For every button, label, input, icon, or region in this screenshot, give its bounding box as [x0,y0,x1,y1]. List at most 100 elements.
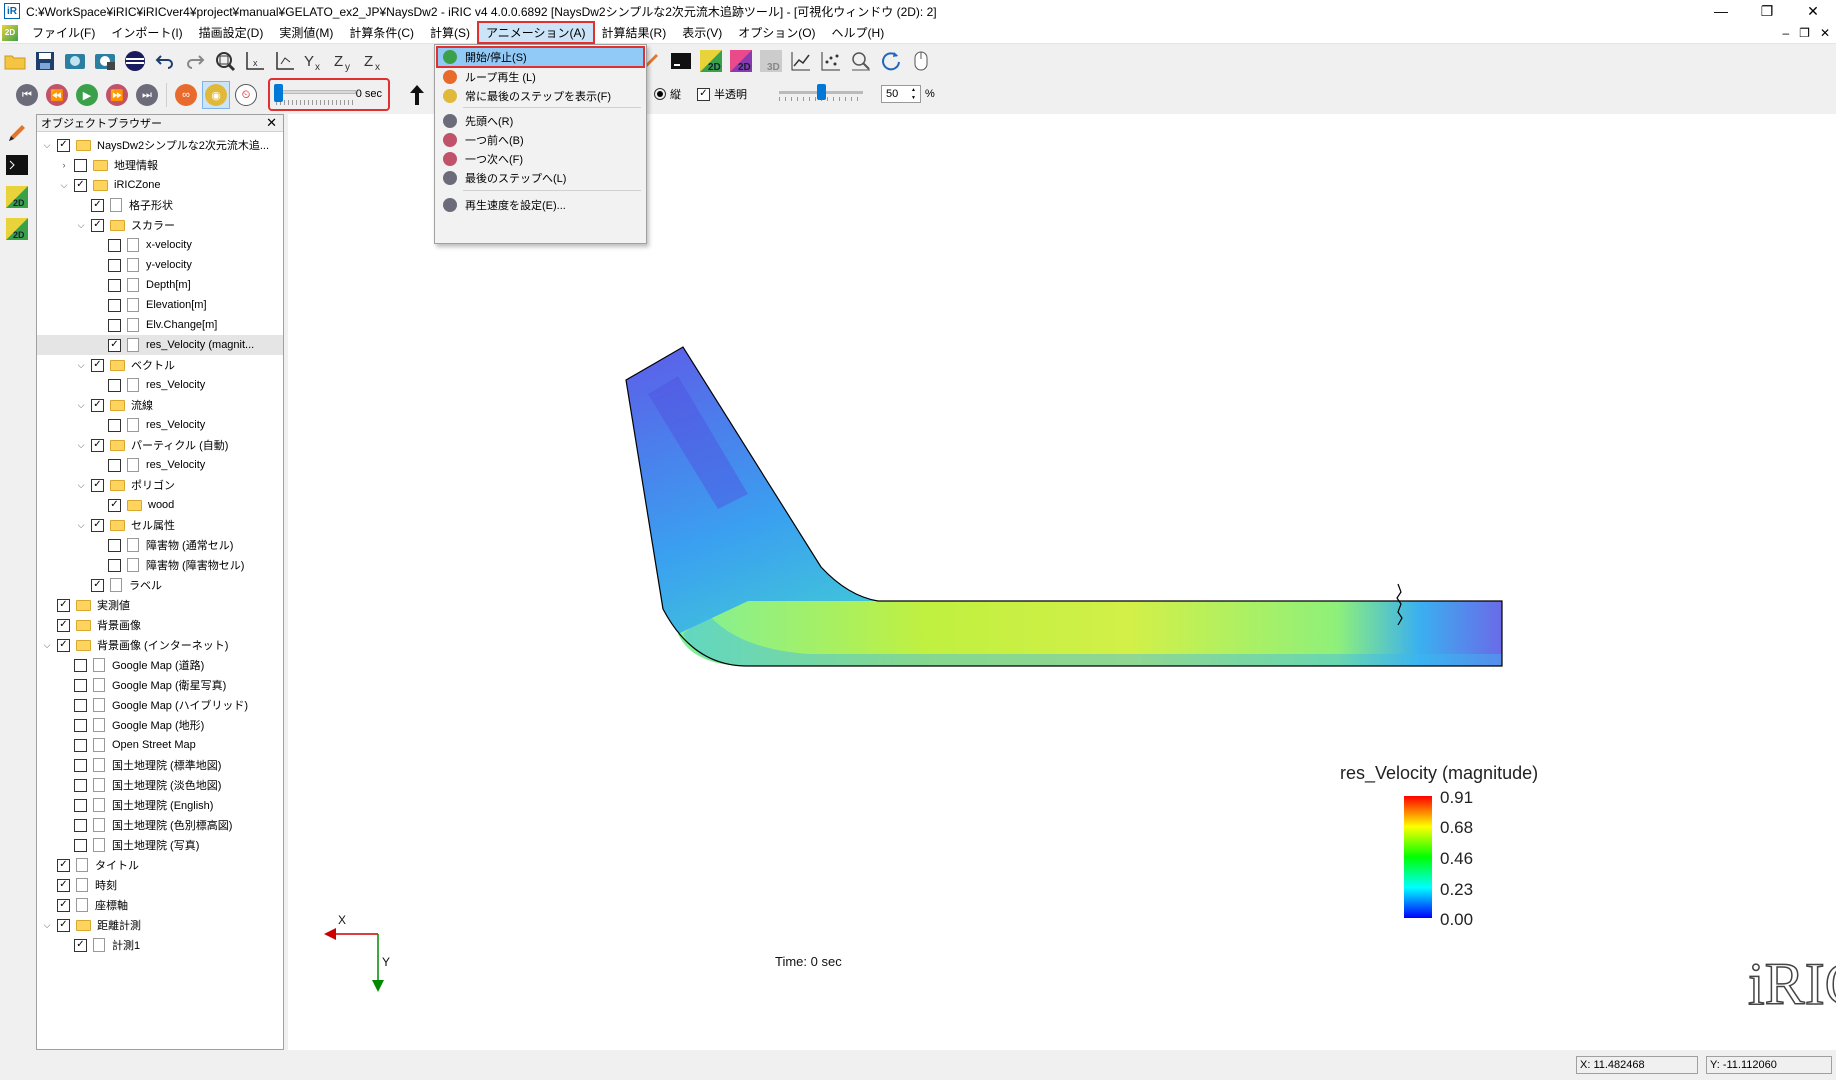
mdi-restore-button[interactable]: ❐ [1799,26,1810,40]
tree-item[interactable]: ⌵ ✓ スカラー [37,215,283,235]
new-2d-bird-icon[interactable]: 2D [727,47,755,75]
tree-item[interactable]: ⌵ ✓ パーティクル (自動) [37,435,283,455]
loop-play-toggle[interactable]: ∞ [172,81,200,109]
new-3d-window-icon[interactable]: 3D [757,47,785,75]
zx-view-icon[interactable]: Zx [361,47,389,75]
tree-item[interactable]: res_Velocity [37,375,283,395]
expand-toggle-icon[interactable]: ⌵ [58,180,70,191]
restore-button[interactable]: ❐ [1744,0,1790,22]
tree-item[interactable]: ✓ 実測値 [37,595,283,615]
animation-menu-item[interactable]: ループ再生 (L) [437,67,644,87]
zy-view-icon[interactable]: Zy [331,47,359,75]
tree-item[interactable]: Google Map (ハイブリッド) [37,695,283,715]
tree-item-checkbox[interactable] [108,418,121,432]
tree-item-checkbox[interactable] [108,318,121,332]
tree-item[interactable]: ⌵ ✓ ポリゴン [37,475,283,495]
tree-item[interactable]: ✓ 背景画像 [37,615,283,635]
tree-item-checkbox[interactable] [74,658,87,672]
menu-calculation-results[interactable]: 計算結果(R) [594,22,675,43]
menu-view[interactable]: 表示(V) [674,22,730,43]
tree-item[interactable]: 国土地理院 (写真) [37,835,283,855]
tree-item[interactable]: ⌵ ✓ 流線 [37,395,283,415]
tree-item-checkbox[interactable]: ✓ [91,398,104,412]
menu-animation[interactable]: アニメーション(A) [477,21,595,44]
scatter-graph-icon[interactable] [817,47,845,75]
tree-item[interactable]: 国土地理院 (標準地図) [37,755,283,775]
tree-item-checkbox[interactable] [108,258,121,272]
close-button[interactable]: ✕ [1790,0,1836,22]
terminal-window-icon[interactable] [4,152,30,178]
tree-item-checkbox[interactable] [74,778,87,792]
tree-item[interactable]: ✓ wood [37,495,283,515]
menu-options[interactable]: オプション(O) [730,22,823,43]
slider-thumb[interactable] [274,84,283,102]
playback-speed-icon[interactable]: ⏲ [232,81,260,109]
tree-item-checkbox[interactable] [108,538,121,552]
expand-toggle-icon[interactable]: ⌵ [75,440,87,451]
first-step-button[interactable]: ⏮ [13,81,41,109]
tree-item-checkbox[interactable] [74,738,87,752]
tree-item[interactable]: 国土地理院 (English) [37,795,283,815]
expand-toggle-icon[interactable]: ⌵ [75,520,87,531]
tree-item[interactable]: ✓ 時刻 [37,875,283,895]
transparency-slider[interactable] [779,84,863,104]
tree-item-checkbox[interactable]: ✓ [74,938,87,952]
tree-item[interactable]: ⌵ ✓ NaysDw2シンプルな2次元流木追... [37,135,283,155]
tree-item[interactable]: ✓ タイトル [37,855,283,875]
tree-item-checkbox[interactable]: ✓ [91,578,104,592]
tree-item-checkbox[interactable]: ✓ [57,918,70,932]
menu-import[interactable]: インポート(I) [103,22,190,43]
tree-item[interactable]: ✓ 計測1 [37,935,283,955]
transparent-checkbox[interactable]: ✓ [697,87,710,101]
iric-app-icon[interactable]: iR [4,3,20,19]
tree-item-checkbox[interactable]: ✓ [57,878,70,892]
tree-item[interactable]: Depth[m] [37,275,283,295]
last-step-button[interactable]: ⏭ [133,81,161,109]
tree-item-checkbox[interactable]: ✓ [91,218,104,232]
tree-item-checkbox[interactable] [74,758,87,772]
play-button[interactable]: ▶ [73,81,101,109]
tree-item[interactable]: ✓ ラベル [37,575,283,595]
refresh-icon[interactable] [877,47,905,75]
menu-measured-values[interactable]: 実測値(M) [271,22,341,43]
tree-item-checkbox[interactable]: ✓ [91,478,104,492]
zoom-fit-icon[interactable] [211,47,239,75]
snapshot-icon[interactable] [61,47,89,75]
menu-draw-settings[interactable]: 描画設定(D) [191,22,272,43]
tree-item-checkbox[interactable]: ✓ [57,638,70,652]
animation-menu-item[interactable]: 開始/停止(S) [436,46,645,68]
yx-view-icon[interactable]: Yx [301,47,329,75]
tree-item[interactable]: ⌵ ✓ ベクトル [37,355,283,375]
tree-item[interactable]: 障害物 (障害物セル) [37,555,283,575]
tree-item-checkbox[interactable] [74,698,87,712]
tree-item-checkbox[interactable] [74,678,87,692]
redo-icon[interactable] [181,47,209,75]
tree-item[interactable]: ✓ 格子形状 [37,195,283,215]
axis-xy-icon[interactable] [271,47,299,75]
tree-item-checkbox[interactable] [108,238,121,252]
tree-item-checkbox[interactable] [108,558,121,572]
tree-item[interactable]: Elevation[m] [37,295,283,315]
mdi-minimize-button[interactable]: – [1782,26,1789,40]
time-step-slider[interactable]: 0 sec [268,78,390,111]
tree-item[interactable]: ⌵ ✓ 距離計測 [37,915,283,935]
transparency-spinbox[interactable]: 50 [881,85,921,103]
tree-item-checkbox[interactable]: ✓ [91,438,104,452]
tree-item-checkbox[interactable]: ✓ [57,598,70,612]
tree-item[interactable]: › 地理情報 [37,155,283,175]
tree-item-checkbox[interactable]: ✓ [91,518,104,532]
tree-item-checkbox[interactable]: ✓ [57,618,70,632]
animation-menu-item[interactable]: 一つ次へ(F) [437,149,644,169]
mouse-help-icon[interactable] [907,47,935,75]
graph-icon[interactable] [787,47,815,75]
tree-item-checkbox[interactable]: ✓ [57,138,70,152]
tree-item[interactable]: 国土地理院 (淡色地図) [37,775,283,795]
expand-toggle-icon[interactable]: ⌵ [75,360,87,371]
expand-toggle-icon[interactable]: ⌵ [41,140,53,151]
up-arrow-icon[interactable] [403,81,431,109]
tree-item-checkbox[interactable] [74,798,87,812]
expand-toggle-icon[interactable]: › [58,160,70,170]
tree-item[interactable]: ⌵ ✓ セル属性 [37,515,283,535]
save-icon[interactable] [31,47,59,75]
edit-pencil-icon[interactable] [4,120,30,146]
